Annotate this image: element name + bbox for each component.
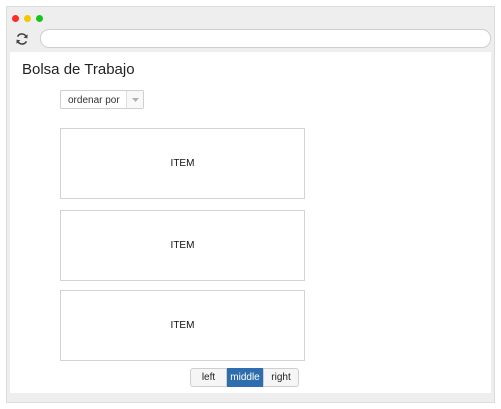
minimize-window-button[interactable] — [24, 15, 31, 22]
left-button[interactable]: left — [190, 368, 227, 387]
reload-icon[interactable] — [15, 32, 29, 46]
right-button[interactable]: right — [263, 368, 299, 387]
page-title: Bolsa de Trabajo — [22, 61, 135, 78]
list-item[interactable]: ITEM — [60, 128, 305, 199]
sort-dropdown[interactable]: ordenar por — [60, 90, 144, 109]
sort-dropdown-toggle[interactable] — [126, 91, 143, 108]
pagination-button-group: left middle right — [190, 368, 299, 387]
chevron-down-icon — [132, 98, 139, 102]
page-content: Bolsa de Trabajo ordenar por ITEM ITEM I… — [10, 52, 491, 393]
middle-button[interactable]: middle — [227, 368, 263, 387]
maximize-window-button[interactable] — [36, 15, 43, 22]
list-item[interactable]: ITEM — [60, 210, 305, 281]
close-window-button[interactable] — [12, 15, 19, 22]
list-item-label: ITEM — [170, 240, 195, 251]
list-item-label: ITEM — [170, 158, 195, 169]
sort-dropdown-label: ordenar por — [68, 95, 120, 106]
list-item-label: ITEM — [170, 320, 195, 331]
window-titlebar — [7, 7, 494, 27]
list-item[interactable]: ITEM — [60, 290, 305, 361]
address-bar[interactable] — [40, 29, 491, 48]
browser-toolbar — [7, 28, 494, 52]
browser-window: Bolsa de Trabajo ordenar por ITEM ITEM I… — [6, 6, 495, 403]
